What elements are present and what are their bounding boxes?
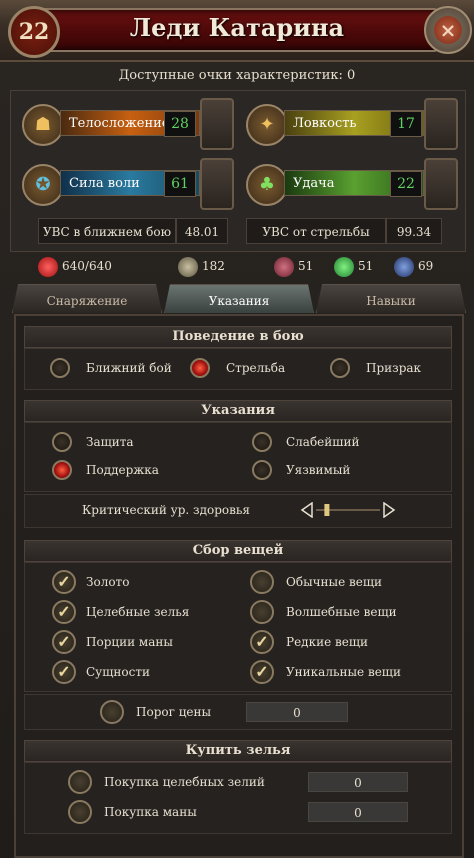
level-badge: 22	[8, 6, 60, 58]
loot-rare-label: Редкие вещи	[286, 635, 368, 649]
order-weakest-label: Слабейший	[286, 435, 360, 449]
poison-resist-icon	[334, 256, 354, 277]
tab-orders[interactable]: Указания	[164, 284, 314, 313]
loot-essence-checkbox[interactable]: ✓	[52, 660, 76, 684]
ranged-dps-value: 99.34	[386, 218, 442, 244]
slider-left-arrow-icon[interactable]	[300, 502, 313, 518]
attribute-value-luck: 22	[390, 171, 422, 197]
health-resource: 640/640	[38, 254, 112, 278]
buy-mana-checkbox[interactable]	[68, 800, 92, 824]
combat-section-title: Поведение в бою	[24, 326, 452, 348]
poison-resist-resource: 51	[334, 254, 373, 278]
buy-mana-label: Покупка маны	[104, 805, 197, 819]
loot-section-title: Сбор вещей	[24, 540, 452, 562]
loot-common-label: Обычные вещи	[286, 575, 383, 589]
magic-resist-value: 69	[418, 259, 434, 273]
price-threshold-label: Порог цены	[136, 705, 212, 719]
buy-mana-input[interactable]: 0	[308, 802, 408, 822]
price-threshold-input[interactable]: 0	[246, 702, 348, 722]
attribute-value-dexterity: 17	[390, 111, 422, 137]
loot-common-checkbox[interactable]	[250, 570, 274, 594]
magic-resist-icon	[394, 256, 414, 277]
combat-ghost-label: Призрак	[366, 361, 422, 375]
critical-health-label: Критический ур. здоровья	[82, 503, 250, 517]
combat-melee-label: Ближний бой	[86, 361, 172, 375]
character-window: Леди Катарина 22 × Доступные очки характ…	[0, 0, 474, 858]
loot-unique-checkbox[interactable]: ✓	[250, 660, 274, 684]
loot-gold-checkbox[interactable]: ✓	[52, 570, 76, 594]
loot-magic-label: Волшебные вещи	[286, 605, 397, 619]
loot-essence-label: Сущности	[86, 665, 150, 679]
health-value: 640/640	[62, 259, 112, 273]
dexterity-stepper[interactable]	[424, 98, 458, 150]
luck-icon: ♣	[246, 164, 288, 206]
constitution-stepper[interactable]	[200, 98, 234, 150]
loot-magic-checkbox[interactable]	[250, 600, 274, 624]
order-defend-radio[interactable]	[52, 432, 72, 452]
magic-resist-resource: 69	[394, 254, 433, 278]
combat-ranged-radio[interactable]	[190, 358, 210, 378]
order-weakest-radio[interactable]	[252, 432, 272, 452]
buy-healing-input[interactable]: 0	[308, 772, 408, 792]
attribute-value-constitution: 28	[164, 111, 196, 137]
price-threshold-checkbox[interactable]	[100, 700, 124, 724]
fire-resist-icon	[274, 256, 294, 277]
fire-resist-resource: 51	[274, 254, 313, 278]
slider-right-arrow-icon[interactable]	[383, 502, 396, 518]
melee-dps-value: 48.01	[176, 218, 228, 244]
order-vulnerable-radio[interactable]	[252, 460, 272, 480]
fire-resist-value: 51	[298, 259, 314, 273]
melee-dps-label: УВС в ближнем бою	[38, 218, 176, 244]
combat-melee-radio[interactable]	[50, 358, 70, 378]
poison-resist-value: 51	[358, 259, 374, 273]
willpower-icon: ✪	[22, 164, 64, 206]
close-button[interactable]: ×	[424, 6, 472, 54]
orders-section-title: Указания	[24, 400, 452, 422]
price-threshold-row	[24, 694, 452, 730]
buy-healing-label: Покупка целебных зелий	[104, 775, 265, 789]
loot-mana-checkbox[interactable]: ✓	[52, 630, 76, 654]
critical-health-slider[interactable]	[300, 502, 396, 518]
willpower-stepper[interactable]	[200, 158, 234, 210]
armor-value: 182	[202, 259, 225, 273]
loot-healing-checkbox[interactable]: ✓	[52, 600, 76, 624]
close-icon[interactable]: ×	[434, 16, 462, 44]
attribute-value-willpower: 61	[164, 171, 196, 197]
order-support-radio[interactable]	[52, 460, 72, 480]
ranged-dps-label: УВС от стрельбы	[246, 218, 386, 244]
order-defend-label: Защита	[86, 435, 134, 449]
available-points: Доступные очки характеристик: 0	[118, 68, 356, 83]
loot-healing-label: Целебные зелья	[86, 605, 190, 619]
luck-stepper[interactable]	[424, 158, 458, 210]
armor-icon	[178, 256, 198, 277]
tab-skills[interactable]: Навыки	[316, 284, 466, 313]
combat-ghost-radio[interactable]	[330, 358, 350, 378]
buy-healing-checkbox[interactable]	[68, 770, 92, 794]
loot-gold-label: Золото	[86, 575, 130, 589]
slider-thumb[interactable]	[324, 504, 330, 516]
character-name: Леди Катарина	[129, 13, 345, 42]
combat-ranged-label: Стрельба	[226, 361, 286, 375]
armor-resource: 182	[178, 254, 225, 278]
loot-unique-label: Уникальные вещи	[286, 665, 401, 679]
dexterity-icon: ✦	[246, 104, 288, 146]
health-orb-icon	[38, 256, 58, 277]
potions-section-title: Купить зелья	[24, 740, 452, 762]
loot-mana-label: Порции маны	[86, 635, 173, 649]
constitution-icon: ☗	[22, 104, 64, 146]
loot-rare-checkbox[interactable]: ✓	[250, 630, 274, 654]
order-vulnerable-label: Уязвимый	[286, 463, 351, 477]
tab-equipment[interactable]: Снаряжение	[12, 284, 162, 313]
order-support-label: Поддержка	[86, 463, 159, 477]
